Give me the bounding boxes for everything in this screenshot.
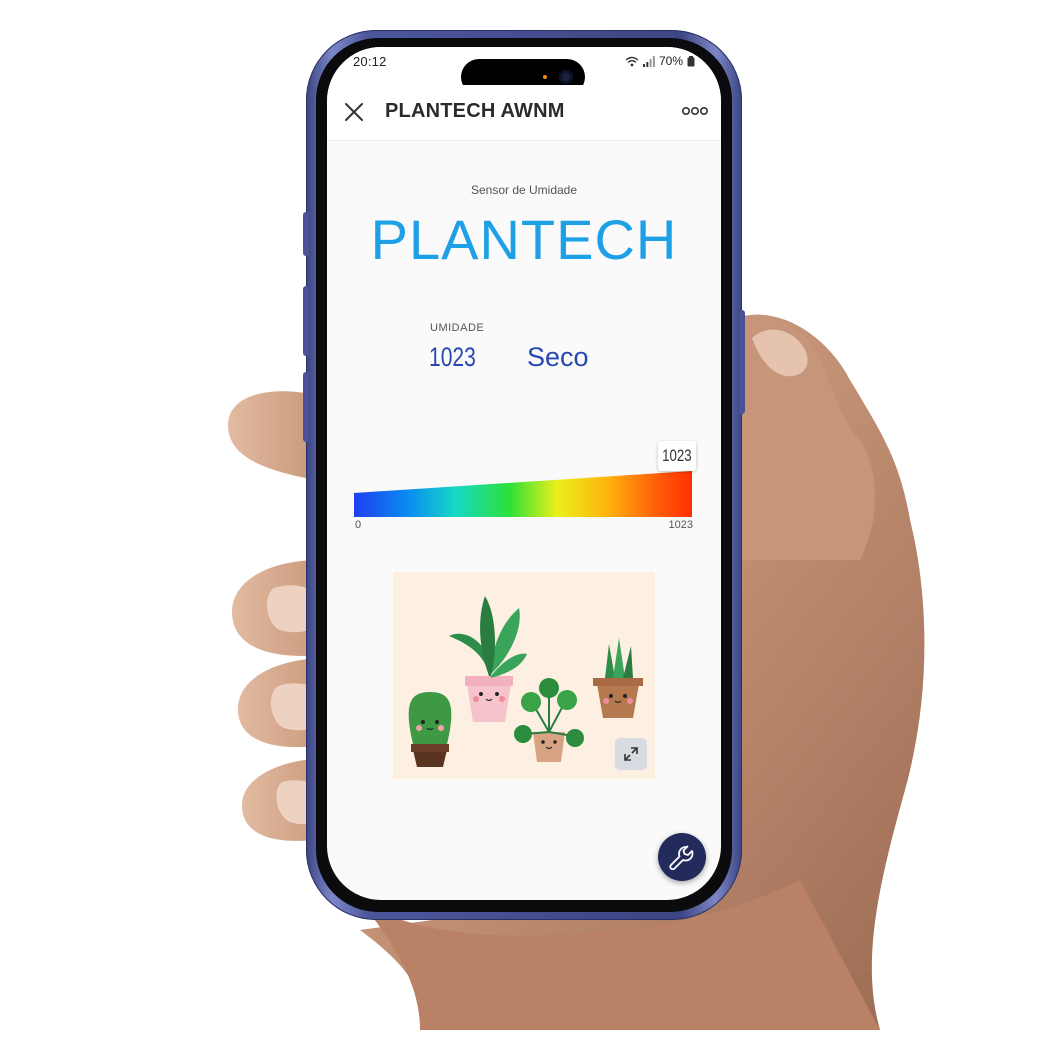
phone-action-button <box>303 212 309 256</box>
humidity-value: 1023 <box>429 342 476 372</box>
humidity-gauge <box>354 471 692 517</box>
settings-fab[interactable] <box>658 833 706 881</box>
more-options-icon[interactable] <box>681 103 709 119</box>
battery-percent: 70% <box>658 54 683 68</box>
phone-volume-down-button <box>303 372 309 442</box>
gauge-fill <box>354 471 692 517</box>
camera-icon <box>559 70 573 84</box>
wifi-icon <box>625 56 639 66</box>
status-time: 20:12 <box>353 54 387 69</box>
status-indicators: 70% <box>625 54 695 68</box>
gauge-min-label: 0 <box>355 519 362 531</box>
app-title: PLANTECH AWNM <box>385 100 565 122</box>
wrench-icon <box>669 845 694 871</box>
sensor-caption: Sensor de Umidade <box>470 183 578 197</box>
brand-title: PLANTECH <box>370 208 678 271</box>
privacy-indicator-dot <box>543 75 547 79</box>
status-bar: 20:12 70% <box>327 47 721 95</box>
gauge-value-tooltip: 1023 <box>658 441 696 471</box>
expand-icon[interactable] <box>615 738 647 770</box>
plants-illustration <box>393 572 655 779</box>
phone-power-button <box>739 310 745 414</box>
phone-screen: 20:12 70% PLANTECH AWNM Sensor de Umidad… <box>327 47 721 900</box>
app-header: PLANTECH AWNM <box>327 85 721 141</box>
humidity-state: Seco <box>527 342 589 372</box>
signal-icon <box>642 55 655 67</box>
humidity-label: UMIDADE <box>430 322 485 334</box>
phone-volume-up-button <box>303 286 309 356</box>
gauge-value-label: 1023 <box>662 446 692 465</box>
battery-icon <box>687 55 695 66</box>
gauge-max-label: 1023 <box>668 519 693 531</box>
close-icon[interactable] <box>341 99 367 125</box>
